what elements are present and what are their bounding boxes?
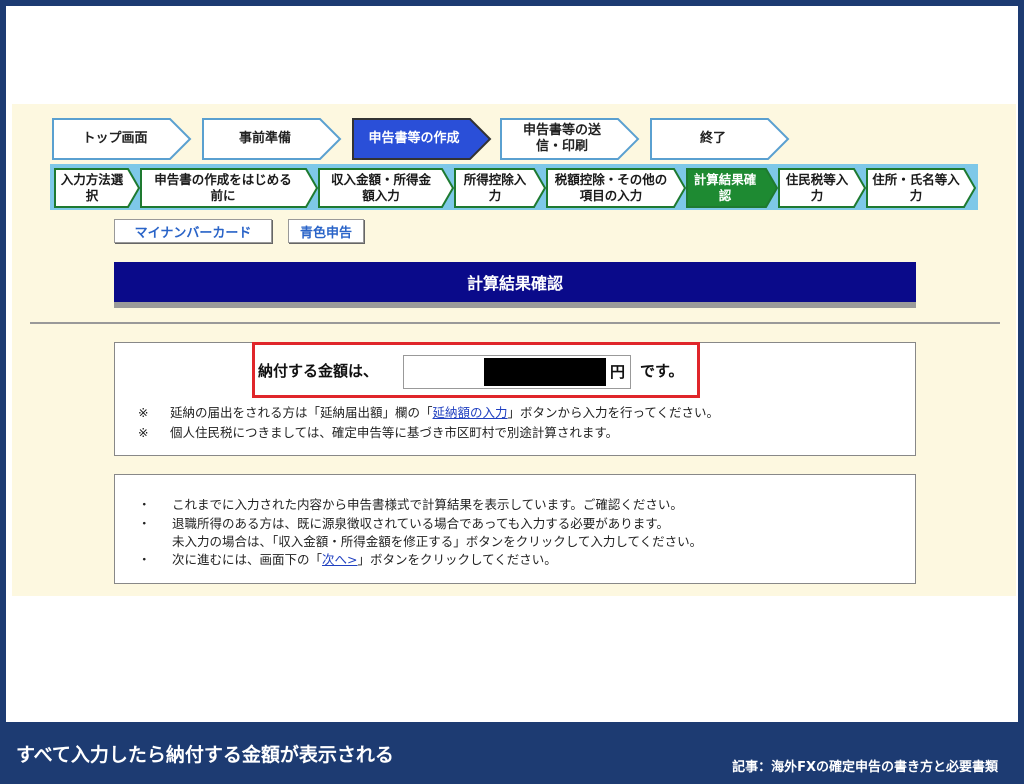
note-extension: ※ 延納の届出をされる方は「延納届出額」欄の「延納額の入力」ボタンから入力を行って… <box>138 402 719 421</box>
list-item: ・ これまでに入力された内容から申告書様式で計算結果を表示しています。ご確認くださ… <box>138 494 683 513</box>
redacted-amount <box>484 358 606 386</box>
bullet: ・ <box>138 497 151 512</box>
list-item-text: これまでに入力された内容から申告書様式で計算結果を表示しています。ご確認ください… <box>172 497 683 512</box>
substep-label: 計算結果確認 <box>693 172 757 203</box>
next-link[interactable]: 次へ> <box>322 552 357 567</box>
page-title: 計算結果確認 <box>114 262 916 302</box>
list-item-text: 」ボタンをクリックしてください。 <box>357 552 557 567</box>
substep-label: 入力方法選択 <box>60 172 124 203</box>
step-end[interactable]: 終了 <box>650 118 790 160</box>
substep-resident-tax[interactable]: 住民税等入力 <box>778 168 866 208</box>
note-text: 個人住民税につきましては、確定申告等に基づき市区町村で別途計算されます。 <box>170 425 619 440</box>
step-top-label: トップ画面 <box>82 131 148 146</box>
extension-amount-link[interactable]: 延納額の入力 <box>433 405 508 420</box>
mynumber-card-button[interactable]: マイナンバーカード <box>114 219 272 243</box>
substep-label: 収入金額・所得金額入力 <box>330 172 431 203</box>
substep-label: 所得控除入力 <box>463 172 527 203</box>
substep-label: 申告書の作成をはじめる前に <box>154 172 292 203</box>
step-end-label: 終了 <box>699 131 726 146</box>
note-text: 」ボタンから入力を行ってください。 <box>507 405 720 420</box>
article-reference: 記事：海外FXの確定申告の書き方と必要書類 <box>732 760 998 775</box>
substep-deduction[interactable]: 所得控除入力 <box>454 168 546 208</box>
note-resident-tax: ※ 個人住民税につきましては、確定申告等に基づき市区町村で別途計算されます。 <box>138 422 618 441</box>
substep-calc-result[interactable]: 計算結果確認 <box>686 168 778 208</box>
caption-title: すべて入力したら納付する金額が表示される <box>16 744 394 766</box>
note-mark: ※ <box>138 405 149 420</box>
substep-tax-credit[interactable]: 税額控除・その他の項目の入力 <box>546 168 686 208</box>
note-text: 延納の届出をされる方は「延納届出額」欄の「 <box>170 405 433 420</box>
substep-label: 税額控除・その他の項目の入力 <box>554 172 668 203</box>
substep-label: 住所・氏名等入力 <box>872 172 960 203</box>
list-item-text: 次に進むには、画面下の「 <box>172 552 323 567</box>
payment-suffix: です。 <box>640 362 684 380</box>
step-create[interactable]: 申告書等の作成 <box>352 118 492 160</box>
substep-input-method[interactable]: 入力方法選択 <box>54 168 140 208</box>
banner-shadow <box>114 302 916 308</box>
substep-label: 住民税等入力 <box>785 172 849 203</box>
step-prep-label: 事前準備 <box>238 131 291 146</box>
payment-label: 納付する金額は、 <box>258 362 379 380</box>
substep-before-start[interactable]: 申告書の作成をはじめる前に <box>140 168 318 208</box>
substep-address[interactable]: 住所・氏名等入力 <box>866 168 976 208</box>
list-item: ・ 退職所得のある方は、既に源泉徴収されている場合であっても入力する必要があります… <box>138 513 669 532</box>
note-mark: ※ <box>138 425 149 440</box>
step-prep[interactable]: 事前準備 <box>202 118 342 160</box>
list-item: 未入力の場合は、「収入金額・所得金額を修正する」ボタンをクリックして入力してくだ… <box>138 531 702 550</box>
yen-unit: 円 <box>610 363 626 381</box>
step-top[interactable]: トップ画面 <box>52 118 192 160</box>
bullet: ・ <box>138 552 151 567</box>
step-send[interactable]: 申告書等の送信・印刷 <box>500 118 640 160</box>
divider <box>30 322 1000 324</box>
list-item: ・ 次に進むには、画面下の「次へ>」ボタンをクリックしてください。 <box>138 549 557 568</box>
step-send-label: 申告書等の送信・印刷 <box>522 123 601 154</box>
list-item-text: 退職所得のある方は、既に源泉徴収されている場合であっても入力する必要があります。 <box>172 516 670 531</box>
substep-income[interactable]: 収入金額・所得金額入力 <box>318 168 454 208</box>
step-create-label: 申告書等の作成 <box>368 131 460 146</box>
aoiro-button[interactable]: 青色申告 <box>288 219 364 243</box>
bullet: ・ <box>138 516 151 531</box>
list-item-text: 未入力の場合は、「収入金額・所得金額を修正する」ボタンをクリックして入力してくだ… <box>172 534 703 549</box>
